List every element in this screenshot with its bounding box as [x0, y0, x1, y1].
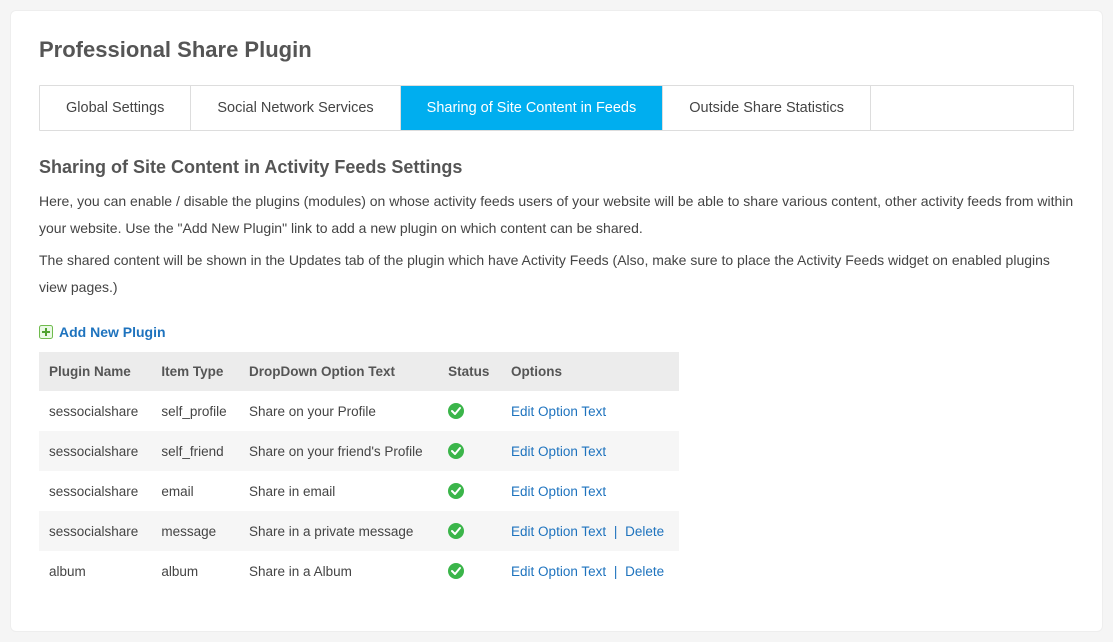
cell-item-type: self_friend — [151, 431, 239, 471]
check-circle-icon[interactable] — [448, 523, 464, 539]
cell-status — [438, 471, 501, 511]
edit-option-text-link[interactable]: Edit Option Text — [511, 404, 606, 419]
section-description-2: The shared content will be shown in the … — [39, 247, 1074, 300]
col-options: Options — [501, 352, 679, 391]
cell-status — [438, 551, 501, 591]
page-title: Professional Share Plugin — [39, 37, 1074, 63]
cell-options: Edit Option Text | Delete — [501, 551, 679, 591]
delete-link[interactable]: Delete — [625, 564, 664, 579]
cell-dropdown-text: Share in email — [239, 471, 438, 511]
tab-3[interactable]: Outside Share Statistics — [663, 86, 871, 130]
delete-link[interactable]: Delete — [625, 524, 664, 539]
cell-options: Edit Option Text — [501, 431, 679, 471]
cell-plugin-name: album — [39, 551, 151, 591]
table-header-row: Plugin Name Item Type DropDown Option Te… — [39, 352, 679, 391]
check-circle-icon[interactable] — [448, 563, 464, 579]
cell-dropdown-text: Share on your friend's Profile — [239, 431, 438, 471]
edit-option-text-link[interactable]: Edit Option Text — [511, 524, 606, 539]
col-status: Status — [438, 352, 501, 391]
action-separator: | — [610, 524, 621, 539]
section-description-1: Here, you can enable / disable the plugi… — [39, 188, 1074, 241]
content-card: Professional Share Plugin Global Setting… — [10, 10, 1103, 632]
plugins-table: Plugin Name Item Type DropDown Option Te… — [39, 352, 679, 591]
cell-item-type: email — [151, 471, 239, 511]
section-title: Sharing of Site Content in Activity Feed… — [39, 157, 1074, 178]
cell-status — [438, 431, 501, 471]
table-row: sessocialshareself_friendShare on your f… — [39, 431, 679, 471]
cell-options: Edit Option Text — [501, 391, 679, 431]
tab-filler — [871, 86, 1073, 130]
col-plugin-name: Plugin Name — [39, 352, 151, 391]
edit-option-text-link[interactable]: Edit Option Text — [511, 564, 606, 579]
cell-status — [438, 391, 501, 431]
cell-plugin-name: sessocialshare — [39, 511, 151, 551]
check-circle-icon[interactable] — [448, 403, 464, 419]
check-circle-icon[interactable] — [448, 443, 464, 459]
cell-dropdown-text: Share in a private message — [239, 511, 438, 551]
check-circle-icon[interactable] — [448, 483, 464, 499]
action-separator: | — [610, 564, 621, 579]
table-row: sessocialshareself_profileShare on your … — [39, 391, 679, 431]
cell-item-type: album — [151, 551, 239, 591]
tab-1[interactable]: Social Network Services — [191, 86, 400, 130]
col-dropdown-text: DropDown Option Text — [239, 352, 438, 391]
table-row: sessocialshareemailShare in email Edit Op… — [39, 471, 679, 511]
table-row: albumalbumShare in a AlbumEdit Option Te… — [39, 551, 679, 591]
tab-2[interactable]: Sharing of Site Content in Feeds — [401, 86, 664, 130]
tab-bar: Global SettingsSocial Network ServicesSh… — [39, 85, 1074, 131]
cell-status — [438, 511, 501, 551]
table-row: sessocialsharemessageShare in a private … — [39, 511, 679, 551]
cell-dropdown-text: Share in a Album — [239, 551, 438, 591]
edit-option-text-link[interactable]: Edit Option Text — [511, 484, 606, 499]
cell-plugin-name: sessocialshare — [39, 391, 151, 431]
add-new-plugin-label: Add New Plugin — [59, 324, 166, 340]
cell-plugin-name: sessocialshare — [39, 471, 151, 511]
col-item-type: Item Type — [151, 352, 239, 391]
cell-item-type: message — [151, 511, 239, 551]
add-new-plugin-link[interactable]: Add New Plugin — [39, 324, 166, 340]
cell-plugin-name: sessocialshare — [39, 431, 151, 471]
cell-item-type: self_profile — [151, 391, 239, 431]
plus-icon — [39, 325, 53, 339]
cell-options: Edit Option Text | Delete — [501, 511, 679, 551]
cell-dropdown-text: Share on your Profile — [239, 391, 438, 431]
tab-0[interactable]: Global Settings — [40, 86, 191, 130]
edit-option-text-link[interactable]: Edit Option Text — [511, 444, 606, 459]
cell-options: Edit Option Text — [501, 471, 679, 511]
